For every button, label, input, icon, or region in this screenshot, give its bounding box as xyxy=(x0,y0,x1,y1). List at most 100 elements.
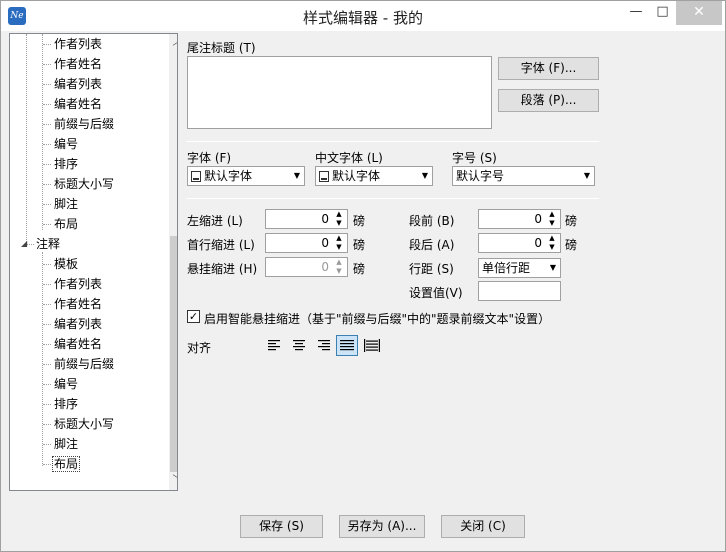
tree-item[interactable]: 编者列表 xyxy=(52,315,104,333)
tree-item[interactable]: 作者列表 xyxy=(52,35,104,53)
scrollbar-thumb[interactable] xyxy=(170,236,177,472)
tree-item-label: 排序 xyxy=(54,157,79,171)
tree-item[interactable]: 编号 xyxy=(52,135,80,153)
tree-item-label: 编号 xyxy=(54,137,79,151)
spin-arrows-icon[interactable]: ▲ ▼ xyxy=(333,258,345,276)
title-bar[interactable]: Ne 样式编辑器 - 我的 — □ ✕ xyxy=(1,1,725,31)
space-before-stepper[interactable]: 0 ▲ ▼ xyxy=(478,209,561,229)
tree-item[interactable]: 作者姓名 xyxy=(52,295,104,313)
space-before-unit: 磅 xyxy=(565,214,578,228)
tree-item[interactable]: 前缀与后缀 xyxy=(52,355,116,373)
cjk-font-select-value: 默认字体 xyxy=(332,169,381,183)
hanging-indent-stepper[interactable]: 0 ▲ ▼ xyxy=(265,257,348,277)
space-after-unit: 磅 xyxy=(565,238,578,252)
hanging-indent-value: 0 xyxy=(321,260,329,274)
divider xyxy=(186,141,599,142)
tree-item[interactable]: 标题大小写 xyxy=(52,415,116,433)
first-line-indent-stepper[interactable]: 0 ▲ ▼ xyxy=(265,233,348,253)
scroll-up-icon[interactable]: ︿ xyxy=(169,34,178,51)
setting-value-input[interactable] xyxy=(478,281,561,301)
tree-connector xyxy=(43,184,51,185)
style-tree[interactable]: 作者列表 作者姓名 编者列表 编者姓名 前缀与后缀 编号 排序 标题大小写 脚注 布局 注释 ◢ 模板作… xyxy=(9,33,178,491)
font-size-select-value: 默认字号 xyxy=(456,169,505,183)
scroll-down-icon[interactable]: ﹀ xyxy=(169,472,178,489)
spin-arrows-icon[interactable]: ▲ ▼ xyxy=(333,210,345,228)
cjk-font-select[interactable]: 默认字体 ▼ xyxy=(315,166,433,186)
tree-item[interactable]: 脚注 xyxy=(52,435,80,453)
endnote-title-textarea[interactable] xyxy=(187,56,492,129)
align-distributed-button[interactable] xyxy=(361,336,381,355)
tree-connector xyxy=(43,164,51,165)
tree-guide-line xyxy=(26,34,27,246)
tree-item[interactable]: 作者姓名 xyxy=(52,55,104,73)
tree-item[interactable]: 布局 xyxy=(52,455,81,473)
tree-item-label: 编号 xyxy=(54,377,79,391)
tree-connector xyxy=(43,44,51,45)
cjk-font-label: 中文字体 (L) xyxy=(315,151,383,165)
chevron-down-icon: ▼ xyxy=(421,171,428,180)
tree-connector xyxy=(43,124,51,125)
left-indent-label: 左缩进 (L) xyxy=(187,214,243,228)
tree-item[interactable]: 标题大小写 xyxy=(52,175,116,193)
close-button[interactable]: 关闭 (C) xyxy=(441,515,525,538)
tree-connector xyxy=(43,364,51,365)
tree-item[interactable]: 作者列表 xyxy=(52,275,104,293)
tree-item[interactable]: 编者列表 xyxy=(52,75,104,93)
tree-item[interactable]: 编号 xyxy=(52,375,80,393)
paragraph-button[interactable]: 段落 (P)... xyxy=(498,89,599,112)
tree-connector xyxy=(43,144,51,145)
tree-item[interactable]: 编者姓名 xyxy=(52,95,104,113)
align-left-button[interactable] xyxy=(265,336,285,355)
space-after-stepper[interactable]: 0 ▲ ▼ xyxy=(478,233,561,253)
font-size-select[interactable]: 默认字号 ▼ xyxy=(452,166,595,186)
tree-item[interactable]: 排序 xyxy=(52,395,80,413)
tree-item-label: 注释 xyxy=(36,237,61,251)
tree-node[interactable]: 注释 xyxy=(34,235,62,253)
minimize-button[interactable]: — xyxy=(623,1,649,25)
tree-item-label: 模板 xyxy=(54,257,79,271)
save-as-button[interactable]: 另存为 (A)... xyxy=(339,515,425,538)
space-before-label: 段前 (B) xyxy=(409,214,455,228)
font-select-value: 默认字体 xyxy=(204,169,253,183)
maximize-button[interactable]: □ xyxy=(649,1,676,25)
font-size-label: 字号 (S) xyxy=(452,151,497,165)
tree-item[interactable]: 脚注 xyxy=(52,195,80,213)
align-right-button[interactable] xyxy=(313,336,333,355)
space-after-label: 段后 (A) xyxy=(409,238,455,252)
tree-item-label: 标题大小写 xyxy=(54,177,115,191)
tree-item[interactable]: 排序 xyxy=(52,155,80,173)
first-line-indent-value: 0 xyxy=(321,236,329,250)
tree-item[interactable]: 布局 xyxy=(52,215,80,233)
tree-connector xyxy=(43,464,51,465)
smart-hanging-checkbox[interactable]: ✓ xyxy=(187,310,200,323)
font-select[interactable]: 默认字体 ▼ xyxy=(187,166,305,186)
spin-arrows-icon[interactable]: ▲ ▼ xyxy=(333,234,345,252)
save-button[interactable]: 保存 (S) xyxy=(240,515,323,538)
tree-item[interactable]: 模板 xyxy=(52,255,80,273)
tree-item[interactable]: 前缀与后缀 xyxy=(52,115,116,133)
tree-item-label: 作者列表 xyxy=(54,37,103,51)
line-spacing-label: 行距 (S) xyxy=(409,262,454,276)
align-right-icon xyxy=(318,340,330,351)
tree-item[interactable]: 编者姓名 xyxy=(52,335,104,353)
tree-scrollbar[interactable]: ︿ ﹀ xyxy=(169,34,178,490)
spin-arrows-icon[interactable]: ▲ ▼ xyxy=(546,210,558,228)
first-line-indent-label: 首行缩进 (L) xyxy=(187,238,255,252)
font-label: 字体 (F) xyxy=(187,151,232,165)
tree-item-label: 布局 xyxy=(54,217,79,231)
left-indent-stepper[interactable]: 0 ▲ ▼ xyxy=(265,209,348,229)
tree-connector xyxy=(43,404,51,405)
font-button[interactable]: 字体 (F)... xyxy=(498,57,599,80)
left-indent-unit: 磅 xyxy=(353,214,366,228)
tree-connector xyxy=(43,64,51,65)
smart-hanging-label: 启用智能悬挂缩进（基于"前缀与后缀"中的"题录前缀文本"设置） xyxy=(204,312,551,326)
spin-arrows-icon[interactable]: ▲ ▼ xyxy=(546,234,558,252)
close-window-button[interactable]: ✕ xyxy=(676,1,722,25)
align-center-button[interactable] xyxy=(289,336,309,355)
tree-item-label: 脚注 xyxy=(54,437,79,451)
line-spacing-select[interactable]: 单倍行距 ▼ xyxy=(478,258,561,278)
tree-item-label: 编者列表 xyxy=(54,77,103,91)
tree-connector xyxy=(43,304,51,305)
expand-triangle-icon[interactable]: ◢ xyxy=(21,239,27,248)
align-justify-button[interactable] xyxy=(336,335,358,356)
